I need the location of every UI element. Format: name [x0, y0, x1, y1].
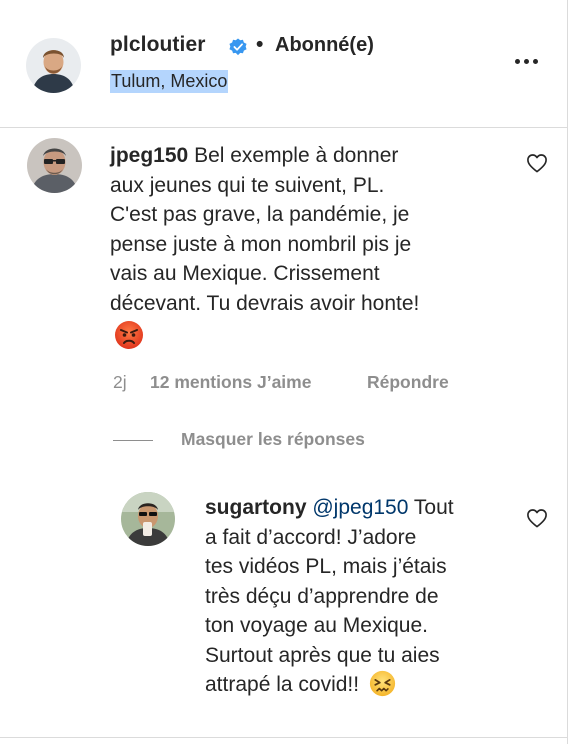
avatar[interactable]: [26, 38, 81, 93]
comment-author-username[interactable]: jpeg150: [110, 144, 188, 167]
mention-link[interactable]: @jpeg150: [312, 496, 408, 519]
reply-text-line: ton voyage au Mexique.: [205, 614, 428, 637]
hide-replies-button[interactable]: Masquer les réponses: [181, 429, 365, 450]
comment-text-line: vais au Mexique. Crissement: [110, 262, 380, 285]
reply-text-line: Tout: [413, 496, 454, 519]
reply-author-username[interactable]: sugartony: [205, 496, 307, 519]
comment-likes-link[interactable]: 12 mentions J’aime: [150, 372, 311, 393]
separator-dot: •: [256, 33, 264, 56]
comment-text-line: décevant. Tu devrais avoir honte!: [110, 291, 420, 315]
comment-text-line: aux jeunes qui te suivent, PL.: [110, 173, 385, 197]
comment-text-line: C'est pas grave, la pandémie, je: [110, 203, 410, 226]
post-location[interactable]: Tulum, Mexico: [110, 70, 229, 93]
reply-body: sugartony @jpeg150 Tout a fait d’accord!…: [205, 493, 515, 700]
reply-text-line: Surtout après que tu aies: [205, 643, 440, 667]
comment-meta: 2j 12 mentions J’aime Répondre: [113, 372, 449, 393]
post-header: plcloutier • Abonné(e) Tulum, Mexico: [0, 0, 567, 128]
reply-text-line: a fait d’accord! J’adore: [205, 525, 417, 549]
reply-button[interactable]: Répondre: [367, 372, 449, 393]
verified-badge-icon: [229, 38, 247, 56]
confounded-face-emoji-icon: [369, 670, 396, 697]
reply-text-line: tes vidéos PL, mais j’étais: [205, 555, 447, 578]
reply-text-line: attrapé la covid!!: [205, 673, 360, 696]
avatar[interactable]: [27, 138, 82, 193]
comment-body: jpeg150 Bel exemple à donner aux jeunes …: [110, 141, 500, 318]
angry-face-emoji-icon: [115, 321, 143, 349]
avatar[interactable]: [121, 492, 175, 546]
comment-text-line: pense juste à mon nombril pis je: [110, 232, 412, 256]
more-options-icon[interactable]: [513, 54, 541, 68]
post-author-username[interactable]: plcloutier: [110, 33, 206, 57]
comment-text-line: Bel exemple à donner: [194, 144, 399, 167]
reply-text-line: très déçu d’apprendre de: [205, 584, 439, 608]
comment-timestamp: 2j: [113, 372, 127, 392]
divider: [0, 737, 567, 738]
divider: [113, 440, 153, 441]
comments-panel: plcloutier • Abonné(e) Tulum, Mexico jpe…: [0, 0, 568, 744]
following-status[interactable]: Abonné(e): [275, 34, 374, 57]
like-heart-icon[interactable]: [526, 508, 548, 528]
like-heart-icon[interactable]: [526, 153, 548, 173]
